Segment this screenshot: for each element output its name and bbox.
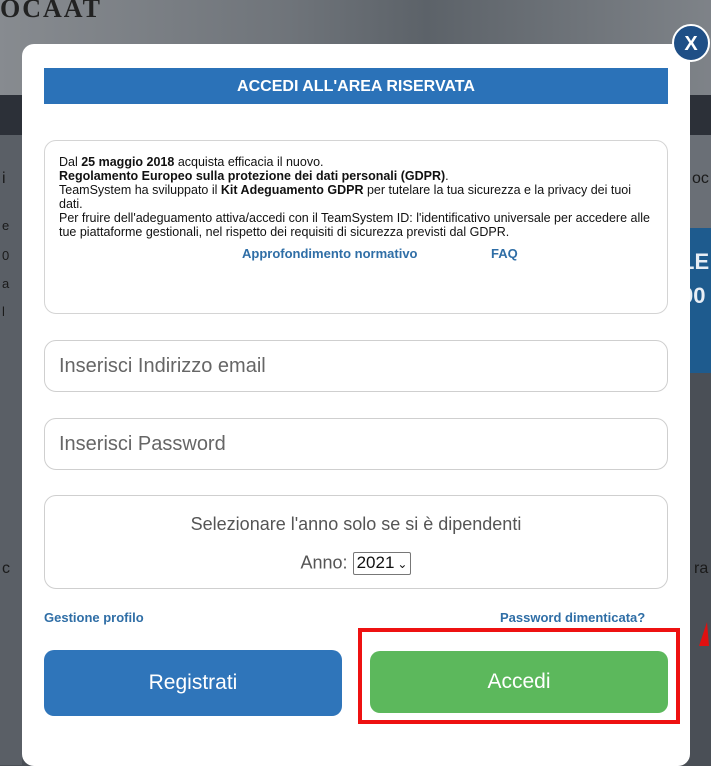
background-red-arrow bbox=[699, 622, 709, 646]
background-text-fragment: i bbox=[2, 170, 6, 187]
background-text-fragment: oc bbox=[692, 170, 709, 187]
background-text-fragment: c bbox=[2, 560, 10, 577]
background-text-fragment: e bbox=[2, 218, 10, 233]
gdpr-info-box: Dal 25 maggio 2018 acquista efficacia il… bbox=[44, 140, 668, 314]
year-selection-box: Selezionare l'anno solo se si è dipenden… bbox=[44, 495, 668, 589]
anno-label: Anno: bbox=[300, 552, 348, 573]
link-password-dimenticata[interactable]: Password dimenticata? bbox=[500, 610, 645, 625]
modal-title: ACCEDI ALL'AREA RISERVATA bbox=[44, 68, 668, 104]
register-button[interactable]: Registrati bbox=[44, 650, 342, 716]
info-line-4: Per fruire dell'adeguamento attiva/acced… bbox=[59, 211, 650, 239]
email-input[interactable] bbox=[44, 340, 668, 392]
link-approfondimento-normativo[interactable]: Approfondimento normativo bbox=[242, 247, 418, 261]
login-button-highlight bbox=[358, 628, 680, 724]
close-button[interactable]: X bbox=[672, 24, 710, 62]
info-line-3: TeamSystem ha sviluppato il Kit Adeguame… bbox=[59, 183, 631, 211]
password-input[interactable] bbox=[44, 418, 668, 470]
background-text-fragment: l bbox=[2, 304, 5, 319]
link-faq[interactable]: FAQ bbox=[491, 247, 518, 261]
info-links: Approfondimento normativo FAQ bbox=[59, 247, 653, 263]
background-logo-text: OCAAT bbox=[0, 0, 102, 23]
year-select[interactable]: 2021 ⌄ bbox=[352, 552, 412, 575]
info-line-1: Dal 25 maggio 2018 acquista efficacia il… bbox=[59, 155, 324, 169]
background-text-fragment: ra bbox=[694, 560, 709, 577]
link-gestione-profilo[interactable]: Gestione profilo bbox=[44, 610, 144, 625]
year-row: Anno: 2021 ⌄ bbox=[45, 552, 667, 575]
background-text-fragment: 0 bbox=[2, 248, 10, 263]
chevron-down-icon: ⌄ bbox=[397, 557, 408, 571]
background-text-fragment: a bbox=[2, 276, 10, 291]
info-line-2: Regolamento Europeo sulla protezione dei… bbox=[59, 169, 449, 183]
year-instruction-label: Selezionare l'anno solo se si è dipenden… bbox=[190, 514, 522, 534]
